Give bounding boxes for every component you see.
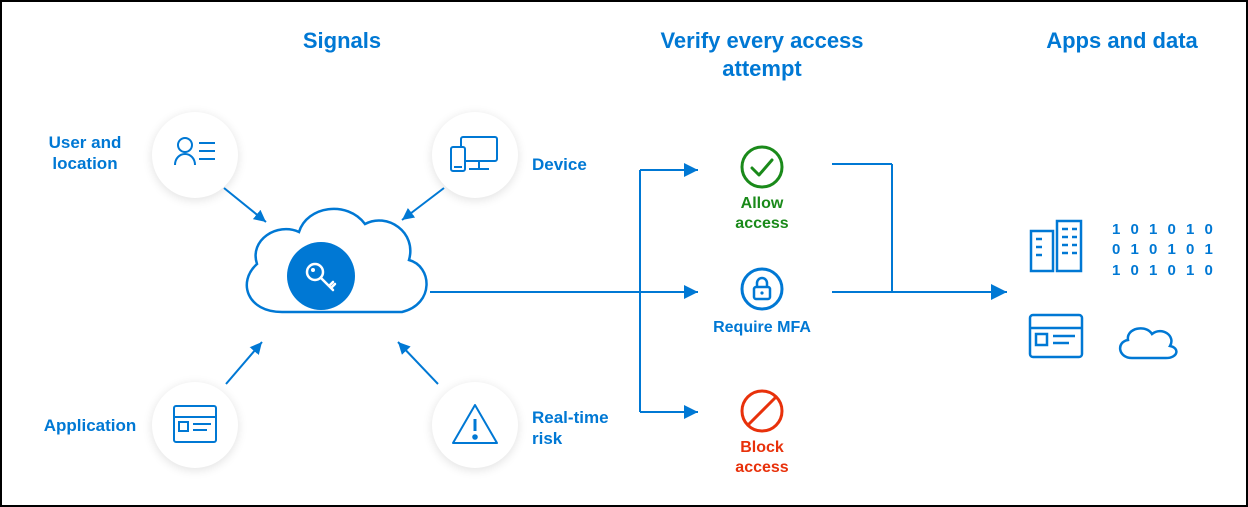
flow-verify-to-apps [832, 142, 1032, 347]
heading-verify: Verify every access attempt [642, 27, 882, 82]
buildings-icon [1027, 217, 1087, 280]
arrow-user-to-cloud [222, 186, 282, 241]
allow-access-icon [737, 142, 787, 192]
label-application: Application [30, 415, 150, 436]
label-require-mfa: Require MFA [710, 318, 814, 338]
require-mfa-icon [737, 264, 787, 314]
flow-cloud-to-verify [430, 122, 730, 447]
cloud-small-icon [1112, 320, 1182, 371]
block-access-icon [737, 386, 787, 436]
arrow-app-to-cloud [222, 332, 282, 397]
label-allow-access: Allow access [712, 194, 812, 234]
diagram-frame: Signals Verify every access attempt Apps… [0, 0, 1248, 507]
key-icon [287, 242, 355, 310]
app-window-icon [1027, 312, 1085, 367]
label-user-location: User and location [30, 132, 140, 175]
label-block-access: Block access [712, 438, 812, 478]
heading-signals: Signals [262, 27, 422, 55]
binary-data-icon: 1 0 1 0 1 0 0 1 0 1 0 1 1 0 1 0 1 0 [1112, 220, 1216, 281]
heading-apps: Apps and data [1022, 27, 1222, 55]
